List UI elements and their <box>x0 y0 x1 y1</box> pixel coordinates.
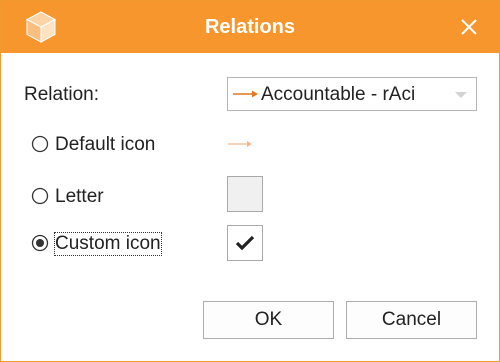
orange-cube-icon <box>25 11 57 43</box>
close-icon[interactable] <box>457 15 481 39</box>
radio-default-icon[interactable] <box>31 135 49 153</box>
relation-selected-value: Accountable - rAci <box>261 84 416 105</box>
relation-label: Relation: <box>24 84 99 105</box>
custom-icon-label[interactable]: Custom icon <box>54 232 162 256</box>
chevron-down-icon <box>455 92 467 98</box>
dialog-title: Relations <box>204 16 296 38</box>
custom-icon-picker[interactable] <box>227 225 263 261</box>
relation-arrow-icon <box>233 90 258 98</box>
radio-letter[interactable] <box>31 187 49 205</box>
relations-dialog: Relations Relation: Accountable - rAci D… <box>0 0 500 362</box>
letter-label[interactable]: Letter <box>55 186 104 208</box>
checkmark-icon <box>235 235 255 251</box>
default-arrow-icon <box>228 141 252 147</box>
letter-input-box[interactable] <box>227 176 263 212</box>
title-bar: Relations <box>1 1 499 53</box>
ok-button[interactable]: OK <box>203 301 334 339</box>
default-icon-label[interactable]: Default icon <box>55 134 155 156</box>
relation-dropdown[interactable]: Accountable - rAci <box>227 77 477 111</box>
radio-custom-icon[interactable] <box>31 234 49 252</box>
cancel-button[interactable]: Cancel <box>346 301 477 339</box>
